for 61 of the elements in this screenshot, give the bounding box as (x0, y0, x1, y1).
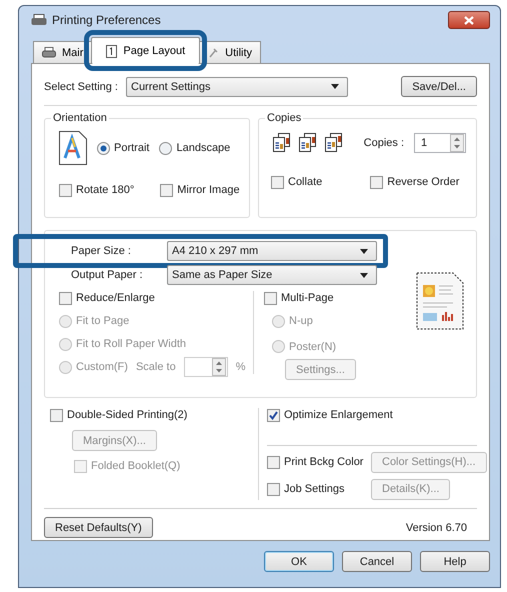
orientation-radio[interactable]: Landscape (159, 141, 230, 155)
scale-to-label: Scale to (136, 360, 176, 374)
copies-label: Copies : (364, 137, 404, 149)
page-icon (106, 44, 118, 58)
reset-defaults-button[interactable]: Reset Defaults(Y) (44, 517, 153, 538)
checkbox-icon[interactable] (50, 408, 63, 422)
stacked-pages-icon (323, 133, 345, 153)
dialog-button[interactable]: OK (264, 551, 334, 572)
paper-field-label: Paper Size : (71, 245, 132, 257)
close-icon[interactable] (464, 16, 474, 24)
reduce-enlarge-checkbox[interactable]: Reduce/Enlarge (59, 291, 253, 305)
paper-dropdown[interactable]: A4 210 x 297 mm (167, 241, 377, 261)
printer-icon (31, 14, 47, 26)
spinner-arrows-icon[interactable] (212, 358, 226, 376)
percent-label: % (236, 360, 246, 374)
radio-icon[interactable] (97, 142, 110, 154)
setting-dropdown[interactable]: Current Settings (126, 76, 348, 96)
dropdown-arrow-icon[interactable] (331, 84, 339, 89)
tab[interactable]: Utility (199, 41, 262, 63)
page-preview-icon (415, 271, 465, 331)
copies-checkbox[interactable]: Reverse Order (370, 175, 460, 189)
double-sided-checkbox[interactable]: Double-Sided Printing(2) (50, 408, 258, 422)
orientation-checkbox[interactable]: Rotate 180° (59, 183, 134, 197)
save-delete-button[interactable]: Save/Del... (401, 76, 477, 97)
multi-page-checkbox[interactable]: Multi-Page (264, 291, 356, 305)
dropdown-arrow-icon[interactable] (360, 248, 368, 254)
checkbox-icon[interactable] (267, 408, 280, 422)
checkbox-icon[interactable] (160, 184, 174, 196)
wrench-icon (208, 47, 220, 58)
stacked-pages-icon (271, 133, 293, 153)
stacked-pages-icon (297, 133, 319, 153)
orientation-checkbox[interactable]: Mirror Image (160, 183, 240, 197)
copies-checkbox[interactable]: Collate (271, 175, 322, 189)
close-button[interactable] (448, 11, 490, 29)
checkbox-icon[interactable] (370, 176, 384, 188)
version-label: Version 6.70 (406, 522, 467, 534)
checkbox-icon[interactable] (267, 482, 280, 496)
option-checkbox[interactable]: Job Settings (267, 482, 345, 496)
spinner-arrows-icon[interactable] (450, 134, 464, 152)
select-setting-label: Select Setting : (44, 80, 118, 92)
checkbox-icon[interactable] (264, 292, 277, 304)
checkbox-icon[interactable] (271, 176, 284, 188)
checkbox-icon[interactable] (59, 292, 72, 304)
window-title: Printing Preferences (52, 13, 162, 27)
dropdown-arrow-icon[interactable] (360, 272, 368, 278)
checkbox-icon[interactable] (267, 456, 280, 468)
radio-icon[interactable] (159, 142, 172, 154)
tab[interactable]: Mair (33, 41, 92, 63)
paper-dropdown[interactable]: Same as Paper Size (167, 265, 377, 285)
dialog-button[interactable]: Cancel (342, 551, 412, 572)
portrait-page-icon (59, 131, 87, 165)
orientation-radio[interactable]: Portrait (97, 141, 150, 155)
optimize-enlargement-checkbox[interactable]: Optimize Enlargement (267, 408, 393, 422)
dialog-button[interactable]: Help (420, 551, 490, 572)
copies-input[interactable]: 1 (414, 133, 466, 153)
option-checkbox[interactable]: Print Bckg Color (267, 455, 364, 469)
printer-icon (42, 47, 56, 58)
paper-field-label: Output Paper : (71, 269, 144, 281)
scale-input[interactable] (184, 357, 228, 377)
group-title: Copies (265, 112, 304, 125)
checkbox-icon[interactable] (59, 184, 72, 196)
